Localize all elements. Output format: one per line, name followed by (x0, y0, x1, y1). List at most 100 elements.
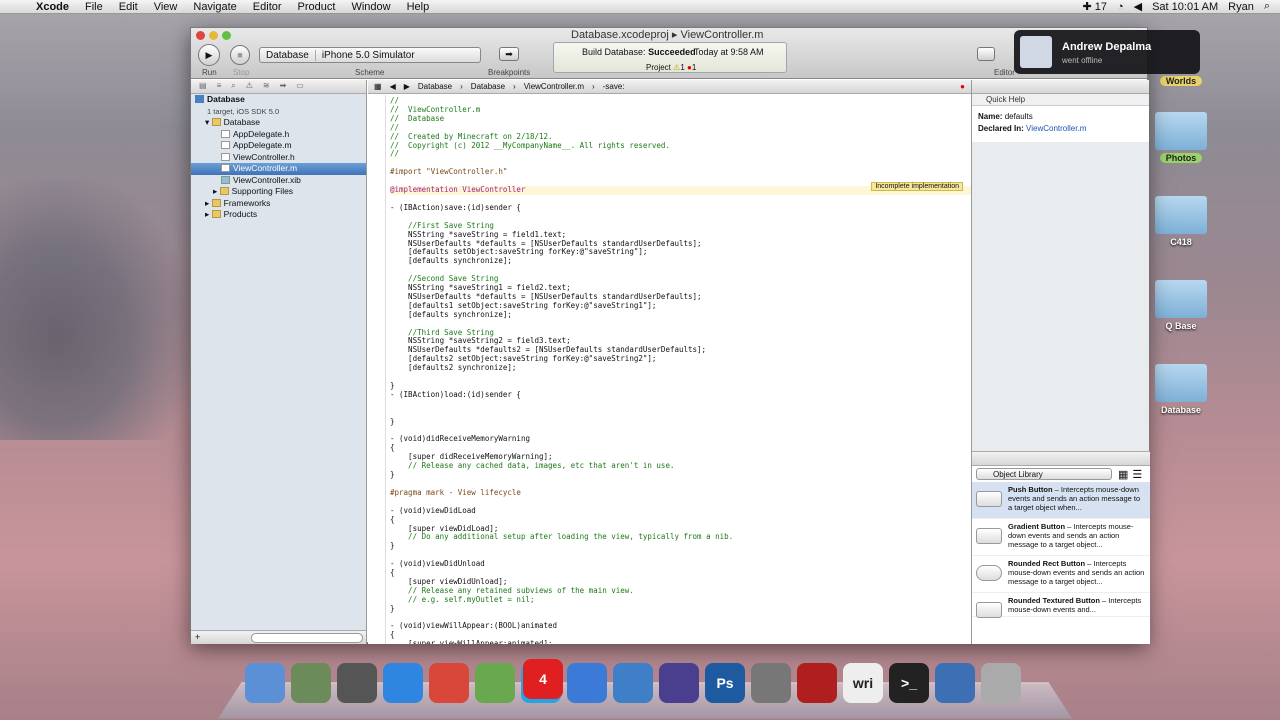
tree-item-supporting-files[interactable]: ▸ Supporting Files (191, 186, 366, 198)
tree-item-viewcontroller-m[interactable]: ViewController.m (191, 163, 366, 175)
desktop-item-qbase[interactable]: Q Base (1155, 280, 1207, 331)
list-view-icon[interactable]: ☰ (1132, 468, 1142, 481)
jump-project[interactable]: Database (418, 82, 452, 91)
standard-editor-button[interactable] (977, 47, 995, 61)
dock-item-launchpad[interactable] (337, 663, 377, 703)
volume-icon[interactable]: ◀ (1134, 0, 1142, 13)
breakpoint-tab-icon[interactable]: ➡ (280, 81, 287, 92)
dock-item-app-store[interactable] (383, 663, 423, 703)
code-line[interactable]: // ViewController.m (390, 105, 971, 115)
menu-view[interactable]: View (146, 1, 186, 13)
code-line[interactable]: - (void)viewWillAppear:(BOOL)animated (390, 622, 971, 631)
code-line[interactable]: [super viewWillAppear:animated]; (390, 639, 971, 644)
dock-item-minecraft[interactable] (475, 663, 515, 703)
code-line[interactable]: } (390, 470, 971, 480)
log-tab-icon[interactable]: ▭ (296, 81, 304, 92)
code-line[interactable]: #pragma mark - View lifecycle (390, 488, 971, 498)
tree-item-appdelegate-h[interactable]: AppDelegate.h (191, 129, 366, 141)
code-line[interactable]: } (390, 604, 971, 614)
dock-item-itunes[interactable] (567, 663, 607, 703)
menu-window[interactable]: Window (343, 1, 398, 13)
wifi-icon[interactable]: ◔ (1117, 1, 1124, 13)
dock-item-photoshop[interactable]: Ps (705, 663, 745, 703)
dock-item-xcode[interactable] (613, 663, 653, 703)
tree-item-viewcontroller-xib[interactable]: ViewController.xib (191, 175, 366, 187)
menu-edit[interactable]: Edit (111, 1, 146, 13)
dock-item-eclipse[interactable] (659, 663, 699, 703)
code-line[interactable]: - (void)didReceiveMemoryWarning (390, 435, 971, 444)
desktop-item-worlds[interactable]: Worlds (1155, 76, 1207, 86)
jump-file[interactable]: ViewController.m (524, 82, 584, 91)
search-tab-icon[interactable]: ⌕ (231, 81, 235, 92)
back-icon[interactable]: ◀ (390, 82, 396, 91)
folder-tab-icon[interactable]: ▤ (199, 81, 207, 92)
code-line[interactable]: - (IBAction)save:(id)sender { (390, 203, 971, 213)
declared-link[interactable]: ViewController.m (1026, 124, 1086, 133)
tree-item-products[interactable]: ▸ Products (191, 209, 366, 221)
source-editor[interactable]: //// ViewController.m// Database//// Cre… (368, 95, 971, 644)
library-item-rounded-textured-button[interactable]: Rounded Textured Button – Intercepts mou… (972, 593, 1150, 618)
zoom-icon[interactable] (222, 31, 231, 40)
menu-app[interactable]: Xcode (28, 1, 77, 13)
tree-item-appdelegate-m[interactable]: AppDelegate.m (191, 140, 366, 152)
dock-item-quicktime[interactable] (935, 663, 975, 703)
desktop-item-photos[interactable]: Photos (1155, 112, 1207, 163)
breakpoints-button[interactable]: ➡ (499, 47, 519, 61)
menu-extra-battery[interactable]: ✚ 17 (1082, 0, 1107, 13)
user-name[interactable]: Ryan (1228, 1, 1254, 13)
dock-item-word[interactable]: wri (843, 663, 883, 703)
forward-icon[interactable]: ▶ (404, 82, 410, 91)
code-line[interactable]: [defaults2 synchronize]; (390, 363, 971, 373)
filter-input[interactable] (251, 633, 363, 643)
menu-product[interactable]: Product (290, 1, 344, 13)
project-issues[interactable]: Project ⚠1 ●1 (646, 63, 696, 72)
quick-help-header[interactable]: Quick Help (972, 94, 1149, 106)
related-items-icon[interactable]: ▦ (374, 82, 382, 91)
menu-editor[interactable]: Editor (245, 1, 290, 13)
incomplete-implementation-warning[interactable]: Incomplete implementation (871, 182, 963, 191)
code-line[interactable]: - (void)viewDidLoad (390, 506, 971, 516)
object-library-popup[interactable]: Object Library (976, 468, 1112, 480)
code-line[interactable] (390, 373, 971, 382)
scheme-selector[interactable]: Database iPhone 5.0 Simulator (259, 47, 481, 63)
jump-method[interactable]: -save: (603, 82, 625, 91)
grid-view-icon[interactable]: ▦ (1118, 468, 1128, 481)
tree-item-viewcontroller-h[interactable]: ViewController.h (191, 152, 366, 164)
add-icon[interactable]: + (195, 632, 200, 642)
dock-item-trash[interactable] (981, 663, 1021, 703)
clock[interactable]: Sat 10:01 AM (1152, 1, 1218, 13)
growl-notification[interactable]: Andrew Depalma went offline (1014, 30, 1200, 74)
dock-item-preview[interactable] (291, 663, 331, 703)
code-line[interactable]: // (390, 150, 971, 159)
symbol-tab-icon[interactable]: ≡ (217, 81, 222, 92)
project-row[interactable]: Database (191, 94, 366, 106)
run-button[interactable]: ▶ (198, 44, 220, 66)
code-line[interactable]: [defaults synchronize]; (390, 256, 971, 266)
stop-button[interactable]: ■ (230, 45, 250, 65)
debug-tab-icon[interactable]: ≋ (263, 81, 270, 92)
library-item-rounded-rect-button[interactable]: Rounded Rect Button – Intercepts mouse-d… (972, 556, 1150, 593)
jump-group[interactable]: Database (471, 82, 505, 91)
menu-help[interactable]: Help (399, 1, 438, 13)
code-line[interactable] (390, 409, 971, 418)
dock-item-movie[interactable] (797, 663, 837, 703)
code-line[interactable] (390, 498, 971, 507)
code-line[interactable]: } (390, 541, 971, 551)
library-item-push-button[interactable]: Push Button – Intercepts mouse-down even… (972, 482, 1150, 519)
dock-item-chrome[interactable] (429, 663, 469, 703)
code-line[interactable] (390, 400, 971, 409)
code-line[interactable]: } (390, 417, 971, 427)
dock-item-terminal[interactable]: >_ (889, 663, 929, 703)
code-line[interactable]: // Database (390, 114, 971, 124)
issue-tab-icon[interactable]: ⚠ (246, 81, 253, 92)
issue-error-icon[interactable]: ● (960, 82, 965, 91)
menu-file[interactable]: File (77, 1, 111, 13)
code-line[interactable]: - (IBAction)load:(id)sender { (390, 390, 971, 400)
tree-item-frameworks[interactable]: ▸ Frameworks (191, 198, 366, 210)
dock-item-skype[interactable]: 4 (521, 659, 563, 703)
desktop-item-database[interactable]: Database (1155, 364, 1207, 415)
menu-navigate[interactable]: Navigate (185, 1, 244, 13)
library-item-gradient-button[interactable]: Gradient Button – Intercepts mouse-down … (972, 519, 1150, 556)
minimize-icon[interactable] (209, 31, 218, 40)
desktop-item-c418[interactable]: C418 (1155, 196, 1207, 247)
